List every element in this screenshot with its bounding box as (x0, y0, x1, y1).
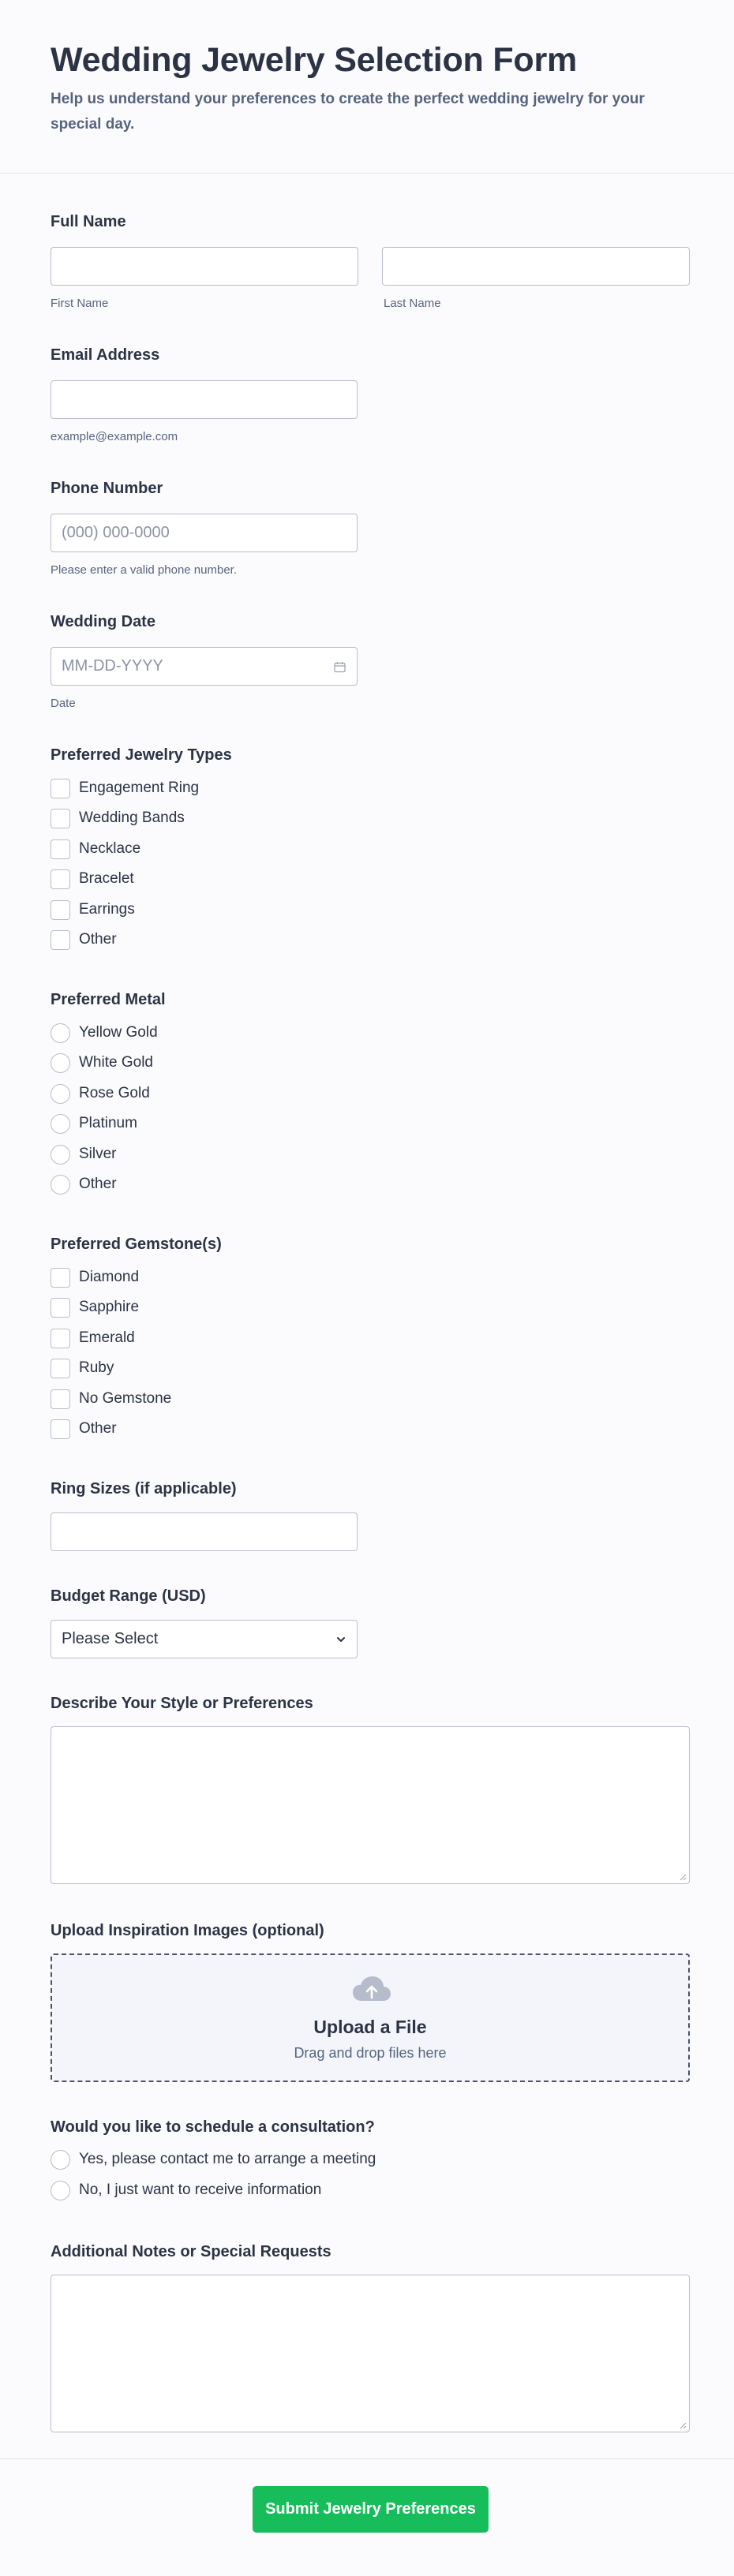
radio-button[interactable] (51, 1052, 70, 1073)
checkbox[interactable] (51, 1297, 70, 1318)
style-textarea[interactable] (51, 1726, 690, 1884)
jewelry-types-field: Preferred Jewelry Types Engagement Ring … (51, 746, 690, 959)
email-input[interactable] (51, 380, 358, 419)
phone-input[interactable]: (000) 000-0000 (51, 514, 358, 552)
radio-button[interactable] (51, 2149, 70, 2170)
checkbox[interactable] (51, 1389, 70, 1409)
footer-divider (0, 2458, 734, 2459)
wedding-date-label: Wedding Date (51, 613, 155, 630)
radio-button[interactable] (51, 1023, 70, 1043)
jewelry-option[interactable]: Wedding Bands (51, 808, 185, 828)
radio-button[interactable] (51, 1144, 70, 1165)
gemstone-option[interactable]: No Gemstone (51, 1389, 171, 1409)
budget-select[interactable]: Please Select (51, 1620, 358, 1658)
jewelry-option[interactable]: Other (51, 929, 117, 950)
submit-button[interactable]: Submit Jewelry Preferences (253, 2486, 489, 2533)
budget-label: Budget Range (USD) (51, 1587, 206, 1605)
jewelry-option[interactable]: Bracelet (51, 869, 134, 889)
metal-label: Preferred Metal (51, 991, 166, 1008)
calendar-icon[interactable] (334, 661, 346, 673)
email-label: Email Address (51, 346, 160, 364)
phone-placeholder: (000) 000-0000 (62, 524, 170, 541)
form-title: Wedding Jewelry Selection Form (51, 41, 578, 79)
upload-field: Upload Inspiration Images (optional) Upl… (51, 1921, 690, 2087)
wedding-date-sublabel: Date (51, 697, 76, 710)
ring-sizes-field: Ring Sizes (if applicable) (51, 1479, 690, 1558)
gemstones-label: Preferred Gemstone(s) (51, 1236, 222, 1253)
checkbox[interactable] (51, 1328, 70, 1348)
upload-dropzone[interactable]: Upload a File Drag and drop files here (51, 1953, 690, 2082)
first-name-input[interactable] (51, 247, 358, 286)
jewelry-types-label: Preferred Jewelry Types (51, 746, 232, 764)
wedding-date-input[interactable]: MM-DD-YYYY (51, 647, 358, 686)
metal-option[interactable]: Other (51, 1174, 117, 1195)
notes-textarea[interactable] (51, 2275, 690, 2432)
metal-option[interactable]: Rose Gold (51, 1083, 150, 1104)
style-field: Describe Your Style or Preferences (51, 1694, 690, 1891)
metal-option[interactable]: Silver (51, 1144, 117, 1165)
gemstone-option[interactable]: Emerald (51, 1328, 135, 1348)
radio-button[interactable] (51, 2180, 70, 2200)
notes-label: Additional Notes or Special Requests (51, 2243, 331, 2260)
radio-button[interactable] (51, 1113, 70, 1134)
style-label: Describe Your Style or Preferences (51, 1695, 313, 1712)
checkbox[interactable] (51, 929, 70, 950)
gemstone-option[interactable]: Diamond (51, 1267, 139, 1288)
consultation-option[interactable]: Yes, please contact me to arrange a meet… (51, 2149, 376, 2170)
phone-label: Phone Number (51, 480, 163, 497)
gemstone-option[interactable]: Other (51, 1419, 117, 1439)
form-header: Wedding Jewelry Selection Form Help us u… (0, 0, 734, 174)
metal-option[interactable]: Yellow Gold (51, 1023, 158, 1043)
first-name-sublabel: First Name (51, 297, 109, 310)
jewelry-option[interactable]: Engagement Ring (51, 778, 199, 798)
checkbox[interactable] (51, 839, 70, 859)
chevron-down-icon (337, 1637, 345, 1642)
upload-title: Upload a File (313, 2017, 427, 2037)
metal-option[interactable]: Platinum (51, 1113, 137, 1134)
wedding-date-field: Wedding Date MM-DD-YYYY Date (51, 612, 690, 715)
ring-sizes-input[interactable] (51, 1512, 358, 1551)
resize-handle-icon[interactable] (679, 1873, 687, 1881)
upload-label: Upload Inspiration Images (optional) (51, 1922, 324, 1939)
budget-selected-value: Please Select (62, 1630, 159, 1647)
consultation-field: Would you like to schedule a consultatio… (51, 2118, 690, 2204)
phone-field: Phone Number (000) 000-0000 Please enter… (51, 479, 690, 581)
radio-button[interactable] (51, 1174, 70, 1195)
consultation-option[interactable]: No, I just want to receive information (51, 2180, 321, 2200)
consultation-label: Would you like to schedule a consultatio… (51, 2118, 375, 2136)
checkbox[interactable] (51, 778, 70, 798)
jewelry-option[interactable]: Necklace (51, 839, 140, 859)
checkbox[interactable] (51, 1358, 70, 1378)
ring-sizes-label: Ring Sizes (if applicable) (51, 1480, 237, 1497)
notes-field: Additional Notes or Special Requests (51, 2242, 690, 2440)
full-name-label: Full Name (51, 213, 126, 230)
last-name-sublabel: Last Name (384, 297, 441, 310)
email-field: Email Address example@example.com (51, 346, 690, 448)
full-name-field: Full Name First Name Last Name (51, 212, 690, 315)
resize-handle-icon[interactable] (679, 2421, 687, 2429)
email-sublabel: example@example.com (51, 430, 178, 443)
budget-field: Budget Range (USD) Please Select (51, 1587, 690, 1666)
last-name-input[interactable] (382, 247, 690, 286)
checkbox[interactable] (51, 1419, 70, 1439)
checkbox[interactable] (51, 899, 70, 920)
gemstone-option[interactable]: Sapphire (51, 1297, 139, 1318)
checkbox[interactable] (51, 1267, 70, 1288)
phone-sublabel: Please enter a valid phone number. (51, 563, 237, 577)
jewelry-option[interactable]: Earrings (51, 899, 135, 920)
form-page: Wedding Jewelry Selection Form Help us u… (0, 0, 734, 2576)
gemstone-option[interactable]: Ruby (51, 1358, 114, 1378)
upload-subtitle: Drag and drop files here (294, 2045, 447, 2061)
checkbox[interactable] (51, 808, 70, 828)
radio-button[interactable] (51, 1083, 70, 1104)
form-subtitle: Help us understand your preferences to c… (51, 91, 645, 133)
wedding-date-placeholder: MM-DD-YYYY (62, 657, 163, 675)
cloud-upload-icon (353, 1976, 391, 2001)
metal-field: Preferred Metal Yellow Gold White Gold R… (51, 990, 690, 1203)
metal-option[interactable]: White Gold (51, 1052, 153, 1073)
gemstones-field: Preferred Gemstone(s) Diamond Sapphire E… (51, 1235, 690, 1448)
checkbox[interactable] (51, 869, 70, 889)
